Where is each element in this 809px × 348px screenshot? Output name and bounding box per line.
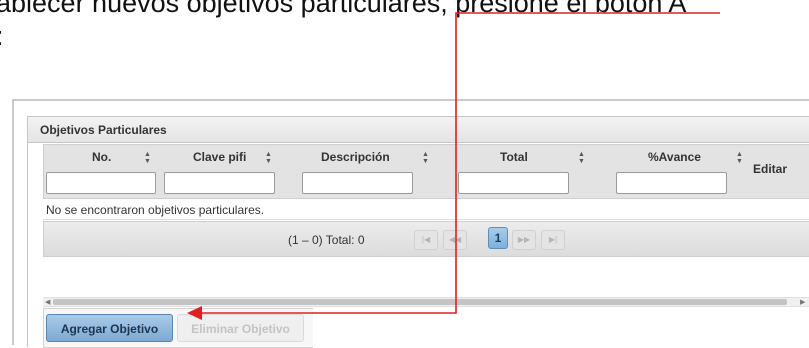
annotation-arrow (187, 12, 720, 320)
annotation-line (200, 12, 720, 314)
annotation-arrowhead-icon (187, 306, 202, 320)
